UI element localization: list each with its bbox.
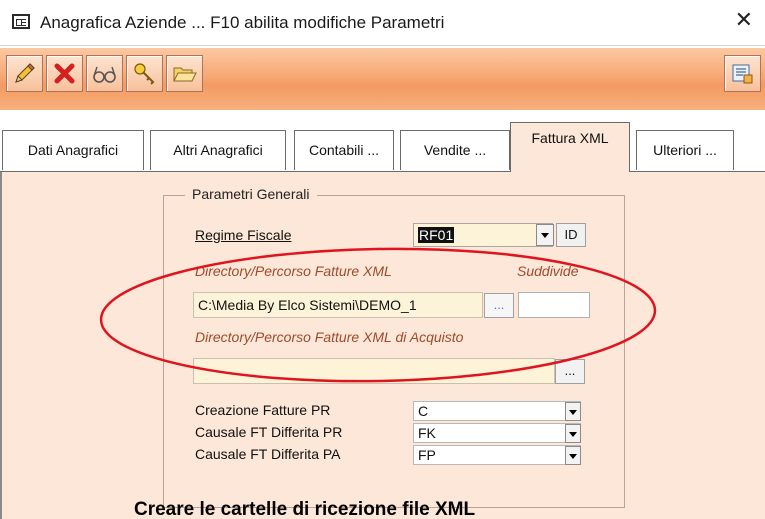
glasses-icon <box>93 66 116 83</box>
dir-xml-acq-input[interactable] <box>193 358 555 384</box>
causale-ft-differita-pa-dropdown[interactable] <box>565 446 581 465</box>
tab-ulteriori[interactable]: Ulteriori ... <box>636 130 734 170</box>
creazione-fatture-pr-combo[interactable]: C <box>413 401 581 421</box>
tab-contabili[interactable]: Contabili ... <box>294 130 394 170</box>
view-button[interactable] <box>86 55 123 92</box>
panel-left-border <box>0 172 2 519</box>
key-button[interactable] <box>126 55 163 92</box>
close-icon[interactable]: ✕ <box>735 10 753 32</box>
tab-altri-anagrafici[interactable]: Altri Anagrafici <box>150 130 286 170</box>
pencil-icon <box>15 63 35 83</box>
tab-panel: Parametri Generali Regime Fiscale RF01 I… <box>0 172 765 519</box>
regime-fiscale-label: Regime Fiscale <box>195 227 292 243</box>
regime-id-button[interactable]: ID <box>556 223 586 247</box>
tab-strip: Dati Anagrafici Altri Anagrafici Contabi… <box>0 110 765 172</box>
open-folder-icon <box>173 67 197 82</box>
title-bar: Anagrafica Aziende ... F10 abilita modif… <box>0 0 765 46</box>
caption-text: Creare le cartelle di ricezione file XML <box>134 499 476 519</box>
dir-xml-browse-button[interactable]: ... <box>484 293 514 318</box>
delete-x-icon <box>54 63 75 84</box>
creazione-fatture-pr-dropdown[interactable] <box>565 402 581 421</box>
open-button[interactable] <box>166 55 203 92</box>
dir-xml-input[interactable]: C:\Media By Elco Sistemi\DEMO_1 <box>193 292 483 318</box>
notes-icon <box>732 64 753 84</box>
regime-dropdown-button[interactable] <box>536 224 554 246</box>
edit-button[interactable] <box>6 55 43 92</box>
suddivide-input[interactable] <box>518 292 590 318</box>
causale-ft-differita-pr-dropdown[interactable] <box>565 424 581 443</box>
tab-vendite[interactable]: Vendite ... <box>400 130 510 170</box>
causale-ft-differita-pr-label: Causale FT Differita PR <box>195 424 343 440</box>
window-title: Anagrafica Aziende ... F10 abilita modif… <box>40 13 445 32</box>
delete-button[interactable] <box>46 55 83 92</box>
tab-dati-anagrafici[interactable]: Dati Anagrafici <box>2 130 144 170</box>
regime-fiscale-combo[interactable]: RF01 <box>413 223 553 247</box>
causale-ft-differita-pa-label: Causale FT Differita PA <box>195 446 341 462</box>
creazione-fatture-pr-label: Creazione Fatture PR <box>195 402 331 418</box>
suddivide-label: Suddivide <box>517 263 579 279</box>
toolbar <box>0 48 765 110</box>
regime-fiscale-value: RF01 <box>418 227 455 243</box>
causale-ft-differita-pr-combo[interactable]: FK <box>413 423 581 443</box>
application-window: Anagrafica Aziende ... F10 abilita modif… <box>0 0 765 519</box>
causale-ft-differita-pa-combo[interactable]: FP <box>413 445 581 465</box>
dir-xml-acq-label: Directory/Percorso Fatture XML di Acquis… <box>195 329 464 345</box>
key-icon <box>134 63 155 85</box>
app-icon <box>12 14 30 29</box>
group-title: Parametri Generali <box>185 186 317 202</box>
dir-xml-label: Directory/Percorso Fatture XML <box>195 263 392 279</box>
notes-button[interactable] <box>724 55 761 92</box>
tab-fattura-xml[interactable]: Fattura XML <box>510 122 630 172</box>
dir-xml-acq-browse-button[interactable]: ... <box>555 359 585 384</box>
